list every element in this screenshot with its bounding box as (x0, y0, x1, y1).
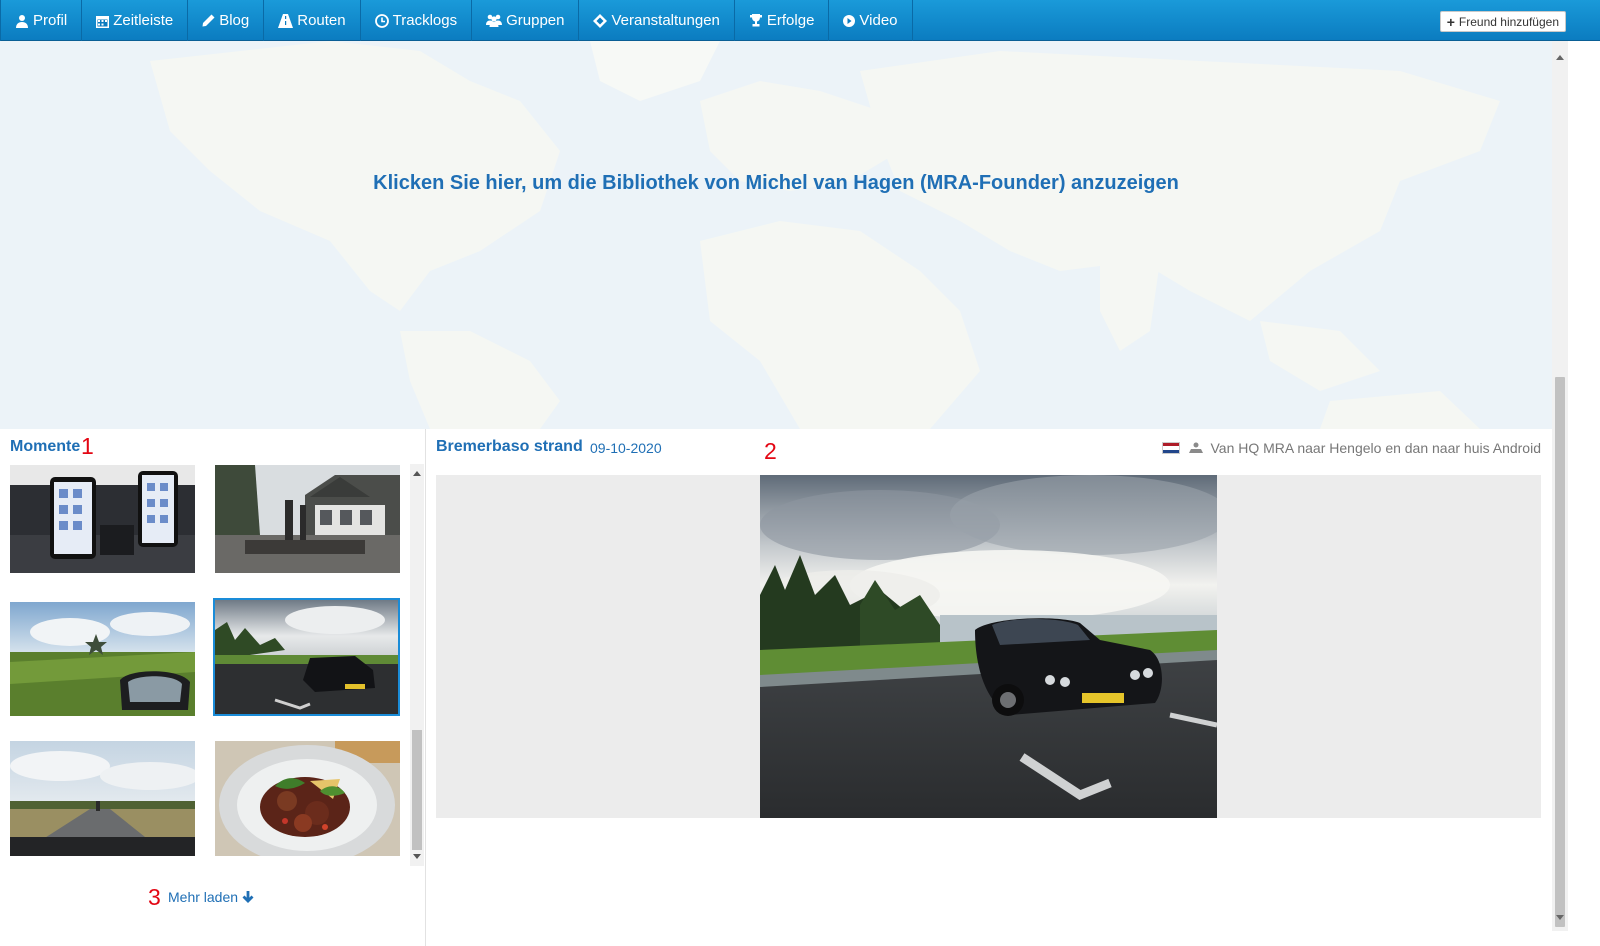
arrow-down-icon (242, 890, 254, 903)
moments-scrollbar[interactable] (410, 464, 424, 866)
tab-label: Video (859, 12, 898, 29)
add-friend-button[interactable]: + Freund hinzufügen (1439, 11, 1566, 32)
moment-thumbnail[interactable] (215, 741, 400, 856)
tab-video[interactable]: Video (829, 0, 913, 41)
tab-label: Gruppen (506, 12, 565, 29)
load-more-label: Mehr laden (168, 889, 239, 905)
tab-tracklogs[interactable]: Tracklogs (361, 0, 473, 41)
scroll-up-arrow-icon[interactable] (1556, 55, 1564, 60)
tab-erfolge[interactable]: Erfolge (735, 0, 830, 41)
moment-thumbnail[interactable] (10, 465, 195, 573)
scroll-down-arrow-icon[interactable] (413, 854, 421, 859)
tab-routen[interactable]: Routen (264, 0, 361, 41)
road-icon (278, 13, 294, 28)
ticket-icon (593, 13, 608, 28)
scroll-up-arrow-icon[interactable] (413, 471, 421, 476)
moment-route[interactable]: Van HQ MRA naar Hengelo en dan naar huis… (1162, 440, 1541, 456)
map-overlay (0, 41, 1552, 429)
tab-label: Blog (219, 12, 250, 29)
library-map-banner[interactable]: Klicken Sie hier, um die Bibliothek von … (0, 41, 1552, 429)
moment-photo-frame (436, 475, 1541, 818)
annotation-marker: 1 (81, 433, 94, 459)
user-icon (16, 14, 28, 28)
moments-panel: Momente Mehr laden (0, 429, 426, 946)
tab-label: Tracklogs (392, 12, 458, 29)
tab-profil[interactable]: Profil (0, 0, 83, 41)
moment-thumbnail[interactable] (215, 465, 400, 573)
route-label: Van HQ MRA naar Hengelo en dan naar huis… (1210, 440, 1541, 456)
moment-title: Bremerbaso strand (436, 438, 583, 455)
moments-title: Momente (10, 438, 81, 455)
netherlands-flag-icon (1162, 442, 1181, 454)
page-scrollbar[interactable] (1552, 41, 1568, 931)
moment-thumbnail[interactable] (10, 741, 195, 856)
tab-label: Routen (297, 12, 346, 29)
play-icon (843, 14, 856, 27)
moment-thumbnail[interactable] (10, 602, 195, 716)
moments-scrollbar-thumb[interactable] (412, 730, 422, 850)
tab-zeitleiste[interactable]: Zeitleiste (82, 0, 189, 41)
tab-label: Profil (33, 12, 68, 29)
tab-gruppen[interactable]: Gruppen (472, 0, 580, 41)
trophy-icon (749, 14, 762, 27)
tab-blog[interactable]: Blog (188, 0, 265, 41)
tab-label: Erfolge (766, 12, 815, 29)
load-more-button[interactable]: Mehr laden (168, 889, 254, 905)
pencil-icon (202, 14, 215, 27)
scroll-down-arrow-icon[interactable] (1556, 915, 1564, 920)
calendar-icon (96, 15, 110, 28)
motorcycle-rider-icon (1189, 442, 1204, 453)
tab-veranstaltungen[interactable]: Veranstaltungen (579, 0, 735, 41)
library-link[interactable]: Klicken Sie hier, um die Bibliothek von … (0, 172, 1552, 195)
group-icon (486, 14, 503, 27)
add-friend-label: Freund hinzufügen (1458, 14, 1559, 29)
annotation-marker: 3 (148, 884, 161, 910)
clock-icon (374, 13, 389, 28)
moment-thumbnail-selected[interactable] (213, 598, 400, 716)
annotation-marker: 2 (764, 438, 777, 464)
moments-grid (10, 465, 400, 859)
top-navbar: Profil Zeitleiste Blog Routen Tracklogs … (0, 0, 1600, 41)
moment-photo[interactable] (760, 475, 1217, 818)
nav-tabs: Profil Zeitleiste Blog Routen Tracklogs … (0, 0, 913, 41)
moment-date: 09-10-2020 (590, 440, 662, 456)
tab-label: Zeitleiste (113, 12, 174, 29)
plus-icon: + (1446, 13, 1455, 30)
tab-label: Veranstaltungen (611, 12, 720, 29)
scrollbar-thumb[interactable] (1555, 377, 1565, 927)
